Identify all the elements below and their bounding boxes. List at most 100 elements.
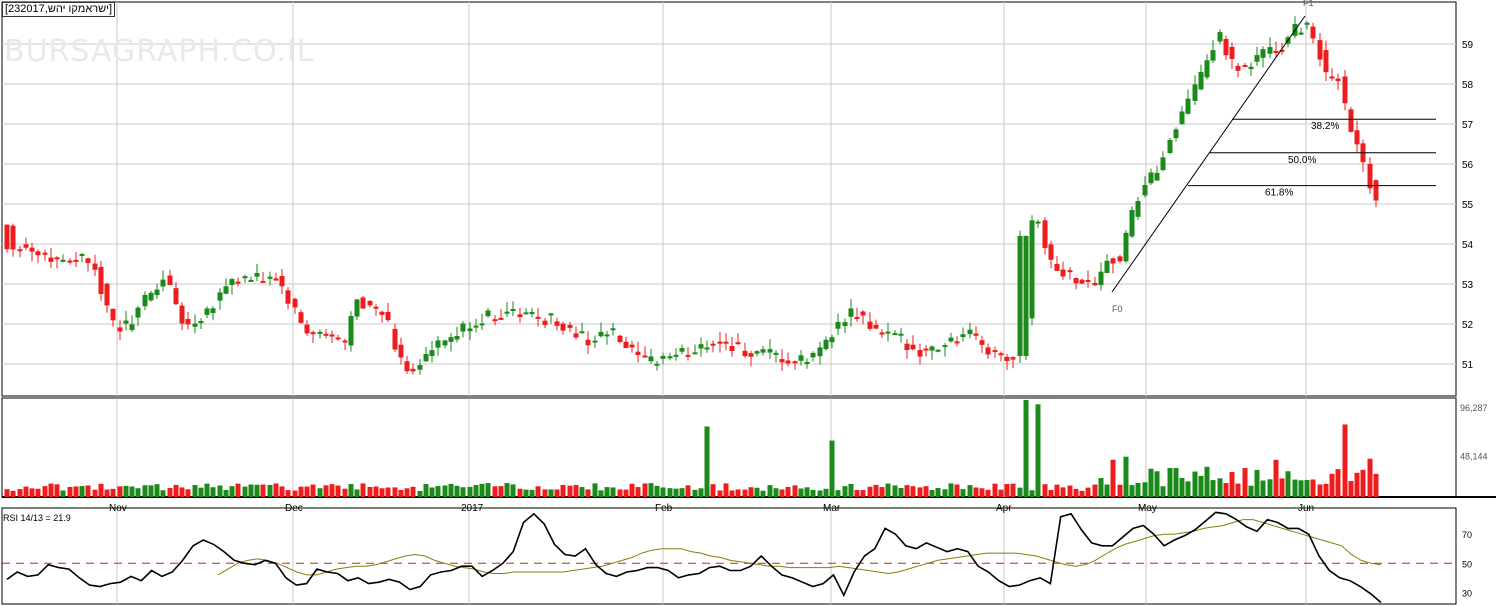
volume-bar-up	[142, 485, 148, 497]
candle-up	[1035, 221, 1041, 224]
candle-up	[1098, 271, 1104, 286]
candle-down	[710, 343, 716, 346]
candle-down	[585, 339, 591, 346]
volume-bar-down	[1042, 484, 1048, 497]
volume-bar-up	[442, 485, 448, 497]
volume-bar-down	[179, 487, 185, 497]
volume-bar-up	[1123, 456, 1129, 497]
volume-bar-down	[779, 489, 785, 497]
candle-down	[85, 258, 91, 264]
candle-up	[1248, 66, 1254, 70]
rsi-tick-label: 30	[1462, 588, 1472, 598]
volume-bar-up	[892, 485, 898, 497]
candle-up	[529, 312, 535, 315]
volume-bar-down	[110, 488, 116, 497]
candle-up	[198, 321, 204, 324]
volume-bar-up	[1098, 478, 1104, 497]
volume-bar-up	[229, 486, 235, 497]
rsi-tick-label: 50	[1462, 559, 1472, 569]
candle-up	[448, 337, 454, 342]
candle-down	[554, 321, 560, 326]
volume-bar-up	[317, 488, 323, 497]
candle-down	[54, 257, 60, 260]
volume-bar-up	[1304, 480, 1310, 497]
volume-bar-down	[917, 487, 923, 497]
volume-bar-down	[385, 487, 391, 497]
candle-up	[754, 351, 760, 354]
volume-bar-down	[1242, 468, 1248, 497]
candle-up	[692, 352, 698, 355]
candle-up	[192, 323, 198, 327]
candle-down	[979, 340, 985, 345]
volume-bar-up	[704, 426, 710, 497]
volume-bar-down	[617, 489, 623, 497]
volume-bar-down	[17, 489, 23, 497]
volume-bar-up	[823, 488, 829, 497]
candle-up	[798, 355, 804, 361]
candle-up	[1104, 260, 1110, 274]
candle-up	[579, 331, 585, 334]
candle-up	[485, 310, 491, 317]
volume-bar-down	[635, 487, 641, 497]
candle-down	[1067, 270, 1073, 273]
candle-up	[967, 329, 973, 335]
volume-bar-down	[554, 489, 560, 497]
candle-up	[523, 312, 529, 315]
volume-bar-up	[223, 489, 229, 497]
volume-bar-down	[992, 483, 998, 497]
volume-bar-down	[1004, 484, 1010, 497]
candle-down	[617, 335, 623, 343]
candle-up	[698, 344, 704, 349]
volume-bar-down	[860, 490, 866, 497]
candle-down	[298, 312, 304, 323]
candle-down	[342, 340, 348, 343]
volume-bar-up	[679, 488, 685, 497]
fib-level-label: 50.0%	[1288, 155, 1316, 166]
candle-up	[1173, 129, 1179, 139]
candle-down	[1110, 258, 1116, 264]
fib-level-label: 61.8%	[1265, 188, 1293, 199]
volume-bar-down	[379, 488, 385, 497]
candle-down	[167, 275, 173, 286]
volume-bar-down	[292, 490, 298, 497]
candle-up	[435, 340, 441, 348]
candle-down	[1348, 109, 1354, 132]
candle-down	[685, 354, 691, 357]
volume-bar-down	[404, 488, 410, 497]
volume-bar-up	[354, 489, 360, 497]
candle-up	[1148, 172, 1154, 184]
candle-up	[948, 337, 954, 342]
volume-bar-up	[473, 485, 479, 497]
volume-bar-down	[85, 485, 91, 497]
volume-bar-up	[1173, 468, 1179, 497]
volume-bar-down	[723, 483, 729, 497]
volume-bar-down	[367, 486, 373, 497]
volume-bar-down	[1360, 469, 1366, 497]
candle-down	[867, 321, 873, 329]
volume-bar-up	[1104, 484, 1110, 497]
candle-up	[1029, 220, 1035, 319]
volume-bar-down	[42, 486, 48, 497]
volume-bar-down	[498, 486, 504, 497]
volume-bar-down	[1092, 484, 1098, 497]
candle-down	[873, 324, 879, 329]
volume-bar-up	[885, 483, 891, 497]
candle-down	[1117, 256, 1123, 262]
volume-bar-down	[1223, 483, 1229, 497]
candle-up	[804, 361, 810, 364]
candle-up	[773, 352, 779, 355]
volume-bar-up	[429, 487, 435, 497]
candle-down	[385, 311, 391, 321]
volume-bar-up	[1285, 471, 1291, 497]
candle-down	[304, 324, 310, 334]
candle-down	[879, 332, 885, 335]
candle-up	[1129, 209, 1135, 237]
volume-bar-up	[60, 490, 66, 497]
volume-bar-down	[54, 484, 60, 497]
candle-down	[1073, 277, 1079, 284]
candle-up	[1023, 236, 1029, 356]
candle-down	[1273, 50, 1279, 53]
volume-bar-up	[898, 488, 904, 497]
volume-bar-up	[504, 483, 510, 497]
candle-up	[648, 356, 654, 362]
